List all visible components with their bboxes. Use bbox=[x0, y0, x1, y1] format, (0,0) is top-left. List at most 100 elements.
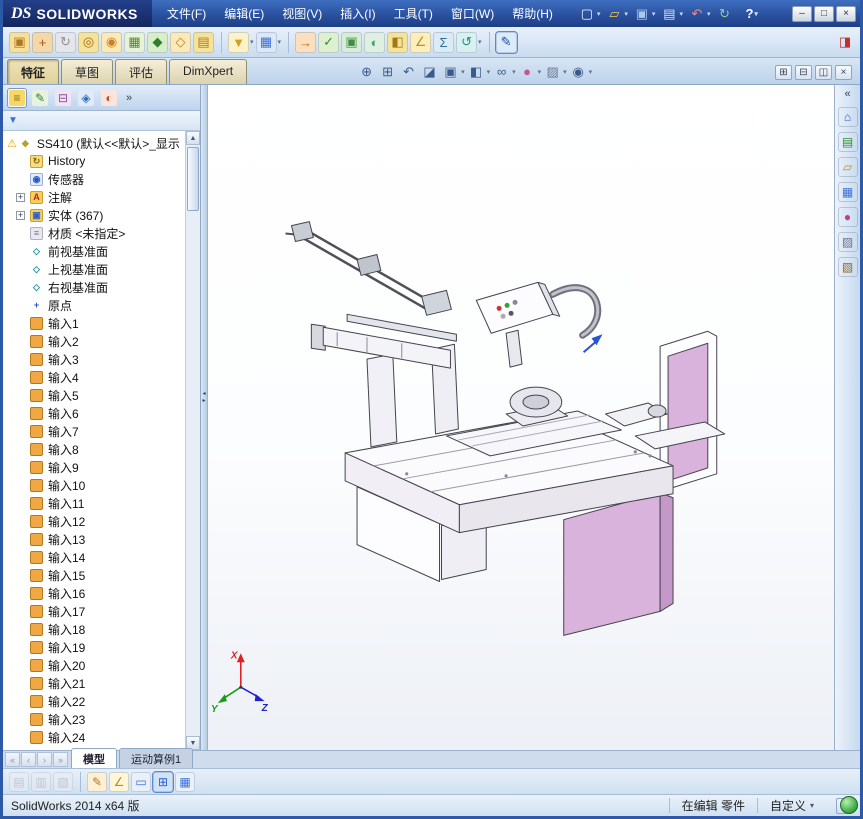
tree-item[interactable]: + ⚠ ◇ 上视基准面 bbox=[3, 260, 185, 278]
move-component-icon[interactable]: + ▾ bbox=[31, 31, 54, 53]
dimxpertmanager-tab-icon[interactable]: ◈ bbox=[76, 88, 96, 108]
previous-tab-icon[interactable]: ‹ bbox=[21, 752, 36, 767]
propertymanager-tab-icon[interactable]: ✎ bbox=[30, 88, 50, 108]
tree-item[interactable]: + ⚠ A 注解 bbox=[3, 188, 185, 206]
help-menu-icon[interactable]: ? ▾ bbox=[745, 6, 757, 21]
graphics-area[interactable]: X Y Z bbox=[208, 85, 834, 750]
panel-overflow-icon[interactable]: » bbox=[126, 92, 132, 104]
fastener-icon[interactable]: ◆ ▾ bbox=[146, 31, 169, 53]
maximize-window-icon[interactable]: □ bbox=[814, 5, 834, 22]
drawing-table-icon[interactable]: ▦ bbox=[174, 771, 196, 792]
commandmanager-tab[interactable]: 评估 bbox=[115, 59, 168, 84]
tree-item[interactable]: + ⚠ 输入11 bbox=[3, 494, 185, 512]
tree-item[interactable]: + ⚠ 输入21 bbox=[3, 674, 185, 692]
tree-item[interactable]: + ⚠ 输入3 bbox=[3, 350, 185, 368]
alert-icon[interactable]: ◎ ▾ bbox=[77, 31, 100, 53]
annotation-pen-icon[interactable]: ✎ bbox=[80, 771, 108, 792]
tree-item[interactable]: + ⚠ ↻ History bbox=[3, 152, 185, 170]
tree-item[interactable]: + ⚠ 输入20 bbox=[3, 656, 185, 674]
tree-item[interactable]: + ⚠ 输入24 bbox=[3, 728, 185, 746]
selection-filter-icon[interactable]: ▼ ▾ bbox=[221, 31, 255, 53]
tree-item[interactable]: + ⚠ 输入22 bbox=[3, 692, 185, 710]
stamp-weld-icon[interactable]: ▧ bbox=[52, 771, 74, 792]
tree-item[interactable]: + ⚠ 输入9 bbox=[3, 458, 185, 476]
cascade-windows-icon[interactable]: ⊟ bbox=[795, 65, 812, 80]
design-library-icon[interactable]: ▤ bbox=[837, 132, 858, 152]
edit-sketch-icon[interactable]: ▣ ▾ bbox=[8, 31, 31, 53]
single-view-icon[interactable]: ▭ bbox=[130, 771, 152, 792]
configurationmanager-tab-icon[interactable]: ⊟ bbox=[53, 88, 73, 108]
view-settings-icon[interactable]: ◉ ▾ bbox=[569, 62, 592, 81]
last-tab-icon[interactable]: » bbox=[53, 752, 68, 767]
splitter-collapse-icon[interactable]: ◂ ▸ bbox=[201, 391, 207, 405]
model-3d-view[interactable]: X Y Z bbox=[208, 85, 834, 750]
minimize-window-icon[interactable]: – bbox=[792, 5, 812, 22]
filter-funnel-icon[interactable]: ▼ bbox=[8, 115, 18, 126]
tree-item[interactable]: + ⚠ 输入12 bbox=[3, 512, 185, 530]
tree-item[interactable]: + ⚠ ◉ 传感器 bbox=[3, 170, 185, 188]
scrollbar-thumb[interactable] bbox=[187, 147, 199, 211]
menu-item[interactable]: 文件(F) bbox=[158, 0, 215, 28]
menu-item[interactable]: 工具(T) bbox=[385, 0, 442, 28]
section-view-icon[interactable]: ◪ ▾ bbox=[420, 62, 439, 81]
scenes-icon[interactable]: ▨ bbox=[837, 232, 858, 252]
shaded-display-icon[interactable]: ◐ ▾ bbox=[363, 31, 386, 53]
commandmanager-tab[interactable]: DimXpert bbox=[169, 59, 248, 84]
pattern-icon[interactable]: ▦ ▾ bbox=[123, 31, 146, 53]
tree-item[interactable]: + ⚠ 输入13 bbox=[3, 530, 185, 548]
split-view-icon[interactable]: ◫ bbox=[815, 65, 832, 80]
file-explorer-icon[interactable]: ▱ bbox=[837, 157, 858, 177]
sketch-pen-icon[interactable]: ✎ ▾ bbox=[488, 30, 518, 54]
rotate-component-icon[interactable]: ↻ ▾ bbox=[54, 31, 77, 53]
tree-item[interactable]: + ⚠ 输入4 bbox=[3, 368, 185, 386]
display-style-icon[interactable]: ◧ ▾ bbox=[467, 62, 490, 81]
tree-item[interactable]: + ⚠ 输入7 bbox=[3, 422, 185, 440]
tree-item[interactable]: + ⚠ 输入16 bbox=[3, 584, 185, 602]
mate-icon[interactable]: ◉ ▾ bbox=[100, 31, 123, 53]
refresh-icon[interactable]: ↺ ▾ bbox=[455, 31, 483, 53]
zoom-fit-icon[interactable]: ⊕ ▾ bbox=[357, 62, 376, 81]
scroll-up-icon[interactable]: ▲ bbox=[186, 131, 200, 145]
tree-item[interactable]: + ⚠ 输入8 bbox=[3, 440, 185, 458]
first-tab-icon[interactable]: « bbox=[5, 752, 20, 767]
tree-item[interactable]: + ⚠ ◇ 右视基准面 bbox=[3, 278, 185, 296]
stamp-note-icon[interactable]: ▤ bbox=[8, 771, 30, 792]
resources-home-icon[interactable]: ⌂ bbox=[837, 107, 858, 127]
menu-item[interactable]: 插入(I) bbox=[331, 0, 384, 28]
export-icon[interactable]: → ▾ bbox=[288, 31, 317, 53]
tree-item[interactable]: + ⚠ 输入5 bbox=[3, 386, 185, 404]
open-icon[interactable]: ▱ ▾ bbox=[603, 5, 630, 23]
tree-item[interactable]: + ⚠ 输入19 bbox=[3, 638, 185, 656]
smart-dimension-icon[interactable]: ∠ bbox=[108, 771, 130, 792]
commandmanager-tab[interactable]: 特征 bbox=[7, 59, 60, 84]
undo-icon[interactable]: ↶ ▾ bbox=[686, 5, 713, 23]
tree-item[interactable]: + ⚠ 输入14 bbox=[3, 548, 185, 566]
tile-windows-icon[interactable]: ⊞ bbox=[775, 65, 792, 80]
print-icon[interactable]: ▤ ▾ bbox=[658, 5, 685, 23]
section-tool-icon[interactable]: ◧ ▾ bbox=[386, 31, 409, 53]
previous-view-icon[interactable]: ↶ ▾ bbox=[399, 62, 418, 81]
study-tab[interactable]: 模型 bbox=[71, 748, 117, 768]
expand-icon[interactable]: + bbox=[16, 210, 25, 220]
close-document-icon[interactable]: × bbox=[835, 65, 852, 80]
view-palette-icon[interactable]: ▦ bbox=[837, 182, 858, 202]
commandmanager-tab[interactable]: 草图 bbox=[61, 59, 114, 84]
stamp-balloon-icon[interactable]: ▥ bbox=[30, 771, 52, 792]
tree-item[interactable]: + ⚠ 输入17 bbox=[3, 602, 185, 620]
save-icon[interactable]: ▣ ▾ bbox=[631, 5, 658, 23]
tree-item[interactable]: + ⚠ 输入10 bbox=[3, 476, 185, 494]
view-orientation-icon[interactable]: ▣ ▾ bbox=[441, 62, 464, 81]
displaymanager-tab-icon[interactable]: ◐ bbox=[99, 88, 119, 108]
tree-item[interactable]: + ⚠ ▣ 实体 (367) bbox=[3, 206, 185, 224]
scrollbar-track[interactable] bbox=[186, 145, 200, 736]
zoom-area-icon[interactable]: ⊞ ▾ bbox=[378, 62, 397, 81]
new-document-icon[interactable]: ▢ ▾ bbox=[576, 5, 603, 23]
custom-dropdown[interactable]: 自定义 ▾ bbox=[756, 798, 826, 813]
rebuild-icon[interactable]: ↻ ▾ bbox=[713, 5, 735, 23]
tree-item[interactable]: + ⚠ 输入23 bbox=[3, 710, 185, 728]
tree-item[interactable]: + ⚠ + 原点 bbox=[3, 296, 185, 314]
tree-item[interactable]: + ⚠ 输入1 bbox=[3, 314, 185, 332]
expand-icon[interactable]: + bbox=[16, 192, 25, 202]
menu-item[interactable]: 视图(V) bbox=[273, 0, 331, 28]
edit-appearance-icon[interactable]: ● ▾ bbox=[518, 62, 541, 81]
